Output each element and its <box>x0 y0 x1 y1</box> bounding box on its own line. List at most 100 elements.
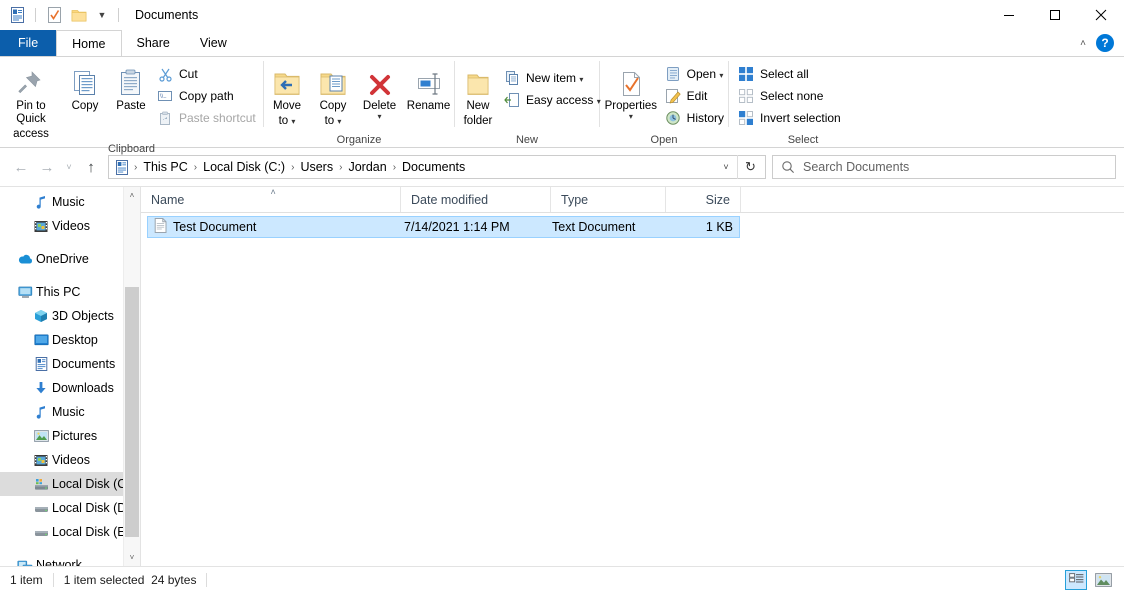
sidebar-item-pictures[interactable]: Pictures <box>0 424 140 448</box>
status-item-count: 1 item <box>10 572 43 587</box>
sidebar-item-videos[interactable]: Videos <box>0 448 140 472</box>
search-box[interactable]: Search Documents <box>772 155 1116 179</box>
select-none-button[interactable]: Select none <box>735 85 845 107</box>
tab-file[interactable]: File <box>0 30 57 56</box>
sidebar-item-label: Desktop <box>52 333 98 347</box>
breadcrumb-item-this-pc[interactable]: This PC <box>138 160 192 174</box>
navigation-pane: Music Videos OneDrive This PC 3D Objects… <box>0 187 140 566</box>
ribbon-tabs-right: ˄ ? <box>1076 30 1124 56</box>
close-button[interactable] <box>1078 0 1124 30</box>
forward-button[interactable]: → <box>34 154 60 180</box>
sidebar-item-this-pc[interactable]: This PC <box>0 280 140 304</box>
scroll-down-button[interactable]: ˅ <box>124 549 140 566</box>
history-button[interactable]: History <box>662 107 728 129</box>
copy-path-button[interactable]: \\.. Copy path <box>154 85 260 107</box>
collapse-ribbon-button[interactable]: ˄ <box>1076 38 1090 49</box>
file-size-cell: 1 KB <box>705 220 733 234</box>
sidebar-item-local-disk-e[interactable]: Local Disk (E:) <box>0 520 140 544</box>
scroll-up-button[interactable]: ˄ <box>124 187 140 204</box>
help-icon[interactable]: ? <box>1096 34 1114 52</box>
ribbon-group-new: New folder New item ▾ Easy access ▾ New <box>455 57 601 148</box>
delete-caret-icon[interactable]: ▾ <box>378 113 382 121</box>
recent-locations-button[interactable]: ˅ <box>60 154 78 180</box>
details-view-button[interactable] <box>1065 569 1087 590</box>
file-date-cell: 7/14/2021 1:14 PM <box>404 220 510 234</box>
breadcrumb-item-jordan[interactable]: Jordan <box>343 160 391 174</box>
properties-doc-icon[interactable] <box>7 5 27 25</box>
open-button[interactable]: Open ▾ <box>662 63 728 85</box>
properties-button[interactable]: Properties ▾ <box>600 61 662 121</box>
history-label: History <box>686 111 724 125</box>
new-folder-button[interactable]: New folder <box>455 61 501 128</box>
chevron-down-icon[interactable]: ▼ <box>94 5 110 25</box>
status-selection: 1 item selected 24 bytes <box>54 572 207 588</box>
breadcrumb-item-local-disk-c[interactable]: Local Disk (C:) <box>198 160 290 174</box>
properties-caret-icon[interactable]: ▾ <box>629 113 633 121</box>
paste-shortcut-label: Paste shortcut <box>179 111 256 125</box>
move-to-button[interactable]: Move to ▾ <box>264 61 310 128</box>
rename-button[interactable]: Rename <box>403 61 454 113</box>
table-row[interactable]: Test Document 7/14/2021 1:14 PM Text Doc… <box>147 216 740 238</box>
paste-shortcut-button[interactable]: Paste shortcut <box>154 107 260 129</box>
sidebar-item-desktop[interactable]: Desktop <box>0 328 140 352</box>
new-item-button[interactable]: New item ▾ <box>501 67 605 89</box>
copy-to-label: Copy <box>319 100 347 112</box>
back-button[interactable]: ← <box>8 154 34 180</box>
sidebar-item-videos-quick[interactable]: Videos <box>0 214 140 238</box>
sidebar-item-documents[interactable]: Documents <box>0 352 140 376</box>
pictures-icon <box>30 430 52 442</box>
cut-icon <box>156 65 174 83</box>
paste-label: Paste <box>116 100 146 112</box>
select-all-button[interactable]: Select all <box>735 63 845 85</box>
sidebar-item-local-disk-d[interactable]: Local Disk (D:) <box>0 496 140 520</box>
column-header-type[interactable]: Type <box>551 187 666 212</box>
properties-icon <box>618 64 644 98</box>
select-none-label: Select none <box>760 89 824 103</box>
copy-button[interactable]: Copy <box>62 61 108 113</box>
sidebar-item-label: Music <box>52 195 85 209</box>
minimize-button[interactable] <box>986 0 1032 30</box>
easy-access-label: Easy access ▾ <box>526 93 601 107</box>
new-folder-icon[interactable] <box>69 5 89 25</box>
sidebar-item-label: Videos <box>52 219 90 233</box>
pin-to-quick-access-button[interactable]: Pin to Quick access <box>0 61 62 141</box>
tab-home[interactable]: Home <box>56 30 122 56</box>
tab-view[interactable]: View <box>185 30 242 56</box>
navigation-scrollbar[interactable]: ˄ ˅ <box>123 187 140 566</box>
copy-to-button[interactable]: Copy to ▾ <box>310 61 356 128</box>
sidebar-item-onedrive[interactable]: OneDrive <box>0 247 140 271</box>
invert-selection-button[interactable]: Invert selection <box>735 107 845 129</box>
edit-button[interactable]: Edit <box>662 85 728 107</box>
easy-access-button[interactable]: Easy access ▾ <box>501 89 605 111</box>
breadcrumb-dropdown-icon[interactable]: ˅ <box>715 162 737 172</box>
paste-button[interactable]: Paste <box>108 61 154 113</box>
sidebar-item-downloads[interactable]: Downloads <box>0 376 140 400</box>
breadcrumb-item-users[interactable]: Users <box>295 160 338 174</box>
sidebar-item-music[interactable]: Music <box>0 400 140 424</box>
sidebar-item-network[interactable]: Network <box>0 553 140 566</box>
cut-button[interactable]: Cut <box>154 63 260 85</box>
search-input[interactable]: Search Documents <box>803 160 909 174</box>
sidebar-item-music-quick[interactable]: Music <box>0 190 140 214</box>
sidebar-item-3d-objects[interactable]: 3D Objects <box>0 304 140 328</box>
checkmark-properties-icon[interactable] <box>44 5 64 25</box>
breadcrumb[interactable]: › This PC › Local Disk (C:) › Users › Jo… <box>108 155 766 179</box>
ribbon-group-label-clipboard: Clipboard <box>107 143 156 155</box>
sidebar-item-local-disk-c[interactable]: Local Disk (C:) <box>0 472 140 496</box>
tab-share[interactable]: Share <box>122 30 185 56</box>
delete-button[interactable]: Delete ▾ <box>356 61 403 121</box>
ribbon-group-clipboard: Pin to Quick access Copy Paste Cut \\.. … <box>0 57 263 155</box>
scrollbar-thumb[interactable] <box>125 287 139 537</box>
svg-text:\\..: \\.. <box>160 94 167 100</box>
column-header-size[interactable]: Size <box>666 187 741 212</box>
column-header-name[interactable]: ˄ Name <box>141 187 401 212</box>
content-area: Music Videos OneDrive This PC 3D Objects… <box>0 186 1124 566</box>
up-button[interactable]: ↑ <box>78 154 104 180</box>
maximize-button[interactable] <box>1032 0 1078 30</box>
breadcrumb-item-documents[interactable]: Documents <box>397 160 470 174</box>
videos-filmstrip-icon <box>30 220 52 233</box>
column-header-date-modified[interactable]: Date modified <box>401 187 551 212</box>
refresh-button[interactable]: ↻ <box>737 155 763 179</box>
pin-icon <box>17 64 45 98</box>
large-icons-view-button[interactable] <box>1092 570 1114 590</box>
